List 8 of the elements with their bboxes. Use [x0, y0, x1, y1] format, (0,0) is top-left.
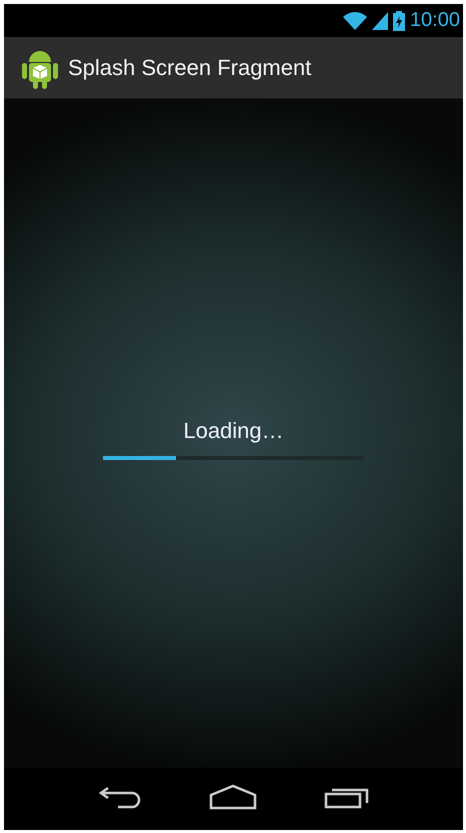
battery-icon [392, 10, 405, 30]
back-button[interactable] [98, 785, 142, 809]
wifi-icon [342, 12, 367, 30]
clock-time: 10:00 [410, 9, 460, 32]
app-title: Splash Screen Fragment [68, 54, 312, 80]
loading-label: Loading… [183, 418, 284, 444]
home-button[interactable] [208, 784, 256, 810]
signal-icon [372, 12, 388, 30]
